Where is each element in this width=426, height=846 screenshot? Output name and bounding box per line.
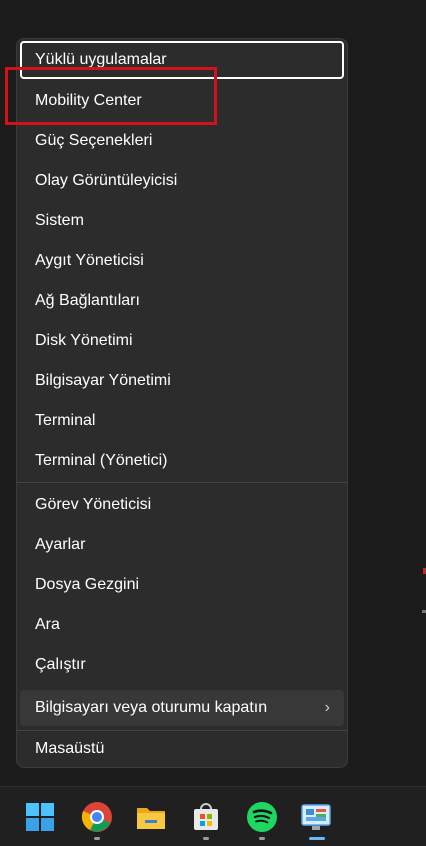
menu-item-label: Terminal xyxy=(35,412,96,429)
menu-item-label: Yüklü uygulamalar xyxy=(35,51,167,68)
winx-context-menu: Yüklü uygulamalar Mobility Center Güç Se… xyxy=(16,38,348,768)
menu-item-label: Terminal (Yönetici) xyxy=(35,452,168,469)
menu-item-terminal[interactable]: Terminal xyxy=(20,402,344,440)
menu-item-terminal-admin[interactable]: Terminal (Yönetici) xyxy=(20,442,344,480)
menu-item-label: Ağ Bağlantıları xyxy=(35,292,140,309)
chevron-right-icon: › xyxy=(324,699,330,716)
file-explorer-icon[interactable] xyxy=(135,801,167,833)
red-highlight-box xyxy=(5,67,217,125)
menu-item-network-connections[interactable]: Ağ Bağlantıları xyxy=(20,282,344,320)
app-running-indicator xyxy=(203,837,209,840)
menu-item-label: Bilgisayar Yönetimi xyxy=(35,372,171,389)
menu-item-label: Ayarlar xyxy=(35,536,86,553)
menu-item-label: Görev Yöneticisi xyxy=(35,496,152,513)
chrome-icon[interactable] xyxy=(81,801,113,833)
microsoft-store-icon[interactable] xyxy=(190,801,222,833)
menu-item-settings[interactable]: Ayarlar xyxy=(20,526,344,564)
menu-item-power-options[interactable]: Güç Seçenekleri xyxy=(20,122,344,160)
control-panel-icon[interactable] xyxy=(300,801,332,833)
menu-item-run[interactable]: Çalıştır xyxy=(20,646,344,684)
background-window-edge xyxy=(422,610,426,613)
menu-item-system[interactable]: Sistem xyxy=(20,202,344,240)
menu-item-file-explorer[interactable]: Dosya Gezgini xyxy=(20,566,344,604)
menu-item-label: Bilgisayarı veya oturumu kapatın xyxy=(35,699,268,716)
menu-item-label: Olay Görüntüleyicisi xyxy=(35,172,178,189)
taskbar xyxy=(0,786,426,846)
menu-item-label: Sistem xyxy=(35,212,84,229)
app-running-indicator xyxy=(259,837,265,840)
menu-item-label: Ara xyxy=(35,616,60,633)
menu-item-desktop[interactable]: Masaüstü xyxy=(20,730,344,768)
menu-item-label: Çalıştır xyxy=(35,656,86,673)
app-running-indicator xyxy=(94,837,100,840)
menu-item-shut-down-or-sign-out[interactable]: Bilgisayarı veya oturumu kapatın › xyxy=(20,690,344,726)
menu-item-event-viewer[interactable]: Olay Görüntüleyicisi xyxy=(20,162,344,200)
app-active-indicator xyxy=(309,837,325,840)
menu-item-label: Masaüstü xyxy=(35,740,105,757)
menu-item-label: Disk Yönetimi xyxy=(35,332,133,349)
windows-start-icon[interactable] xyxy=(24,801,56,833)
spotify-icon[interactable] xyxy=(246,801,278,833)
menu-item-label: Dosya Gezgini xyxy=(35,576,140,593)
menu-item-disk-management[interactable]: Disk Yönetimi xyxy=(20,322,344,360)
menu-item-search[interactable]: Ara xyxy=(20,606,344,644)
menu-item-label: Güç Seçenekleri xyxy=(35,132,153,149)
menu-item-computer-management[interactable]: Bilgisayar Yönetimi xyxy=(20,362,344,400)
menu-item-device-manager[interactable]: Aygıt Yöneticisi xyxy=(20,242,344,280)
menu-item-task-manager[interactable]: Görev Yöneticisi xyxy=(20,486,344,524)
menu-separator xyxy=(17,482,347,483)
menu-item-label: Aygıt Yöneticisi xyxy=(35,252,144,269)
